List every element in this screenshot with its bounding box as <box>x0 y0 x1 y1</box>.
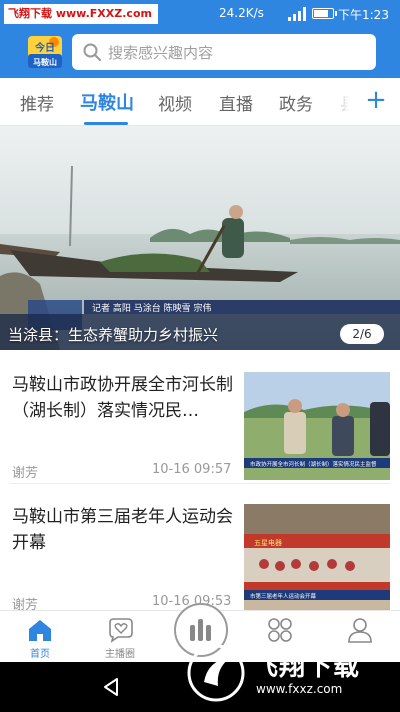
hero-pager: 2/6 <box>340 324 384 344</box>
hero-banner[interactable]: 记者 高阳 马涂台 陈映雪 宗伟 当涂县：生态养蟹助力乡村振兴 2/6 <box>0 126 400 350</box>
status-bar: 飞翔下载 www.FXXZ.com 24.2K/s 下午1:23 <box>0 0 400 28</box>
heart-chat-icon <box>109 618 133 643</box>
watermark-logo-icon <box>187 644 245 702</box>
tab-fade <box>322 78 362 124</box>
watermark-label: 飞翔下载 www.FXXZ.com <box>4 4 158 24</box>
services-grid-icon <box>268 618 292 642</box>
tab-recommend[interactable]: 推荐 <box>20 90 54 115</box>
signal-icon <box>288 7 306 21</box>
hero-caption: 当涂县：生态养蟹助力乡村振兴 <box>8 326 219 344</box>
news-thumbnail: 五星电器 市第三届老年人运动会开幕 <box>244 504 390 612</box>
battery-icon <box>312 8 337 19</box>
watermark-overlay: 飞翔下载 www.fxxz.com <box>186 642 390 708</box>
app-header: 今日 马鞍山 搜索感兴趣内容 <box>0 28 400 78</box>
category-tabs: 推荐 马鞍山 视频 直播 政务 县 + <box>0 78 400 126</box>
watermark-url: www.fxxz.com <box>256 682 343 696</box>
add-tab-button[interactable]: + <box>364 84 388 116</box>
tab-video[interactable]: 视频 <box>158 90 192 115</box>
news-thumbnail: 市政协开展全市河长制（湖长制）落实情况民主监督 <box>244 372 390 480</box>
active-tab-indicator <box>84 122 128 125</box>
news-item[interactable]: 马鞍山市政协开展全市河长制（湖长制）落实情况民… 谢芳 10-16 09:57 … <box>0 352 400 484</box>
nav-home[interactable]: 首页 <box>5 615 75 661</box>
watermark-text: 飞翔下载 <box>252 652 361 682</box>
home-icon <box>29 620 51 641</box>
hero-image: 记者 高阳 马涂台 陈映雪 宗伟 <box>0 126 400 350</box>
tab-maanshan[interactable]: 马鞍山 <box>80 89 134 115</box>
thumb-caption: 市政协开展全市河长制（湖长制）落实情况民主监督 <box>250 460 377 468</box>
network-speed: 24.2K/s <box>219 6 264 20</box>
nav-anchors[interactable]: 主播圈 <box>85 615 155 661</box>
search-placeholder: 搜索感兴趣内容 <box>108 44 214 62</box>
news-author: 谢芳 <box>12 466 39 481</box>
system-nav-bar: 飞翔下载 www.fxxz.com <box>0 644 400 712</box>
news-title: 马鞍山市政协开展全市河长制（湖长制）落实情况民… <box>12 375 233 421</box>
news-item[interactable]: 马鞍山市第三届老年人运动会开幕 谢芳 10-16 09:53 五星电器 市第三届… <box>0 484 400 616</box>
clock: 下午1:23 <box>338 8 389 22</box>
news-time: 10-16 09:57 <box>152 462 232 477</box>
tab-live[interactable]: 直播 <box>219 90 253 115</box>
tab-government[interactable]: 政务 <box>279 90 313 115</box>
news-title: 马鞍山市第三届老年人运动会开幕 <box>12 507 233 553</box>
user-icon <box>348 618 372 643</box>
back-icon[interactable] <box>100 676 122 698</box>
svg-text:五星电器: 五星电器 <box>254 538 282 547</box>
nav-anchors-label: 主播圈 <box>105 649 135 660</box>
nav-home-label: 首页 <box>30 649 50 660</box>
svg-text:今日: 今日 <box>34 41 55 54</box>
search-icon <box>83 43 101 61</box>
svg-text:马鞍山: 马鞍山 <box>33 57 57 67</box>
thumb-caption: 市第三届老年人运动会开幕 <box>250 592 317 600</box>
hero-overlay-text: 记者 高阳 马涂台 陈映雪 宗伟 <box>92 302 211 314</box>
search-bar[interactable]: 搜索感兴趣内容 <box>72 34 376 70</box>
app-logo[interactable]: 今日 马鞍山 <box>26 32 64 72</box>
